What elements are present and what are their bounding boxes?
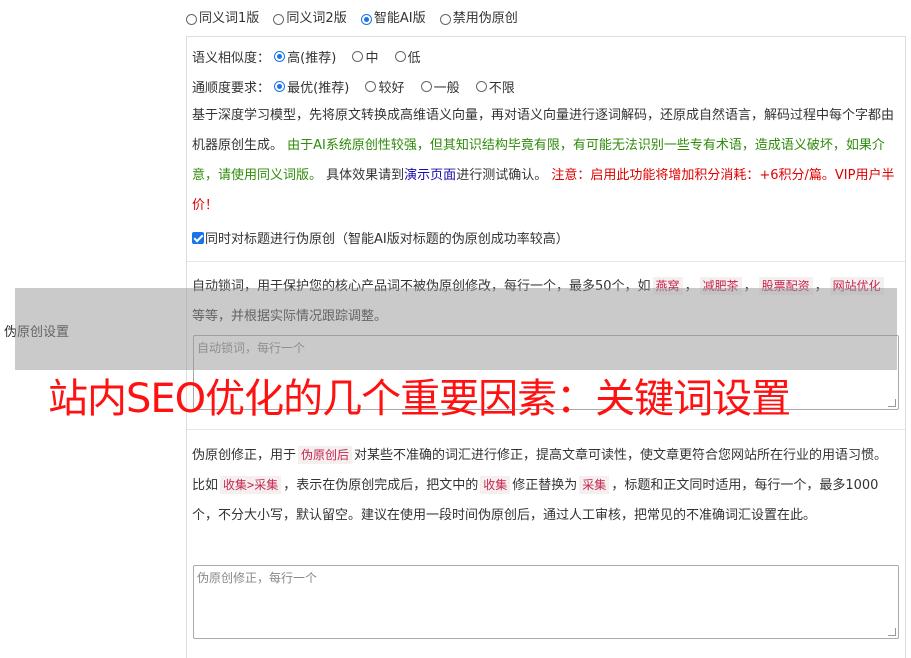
checkbox-checked-icon[interactable] [192,232,204,244]
version-option-synonym1[interactable]: 同义词1版 [186,10,259,28]
radio-icon[interactable] [273,13,285,25]
option-label: 高(推荐) [287,51,337,66]
example-tag: 伪原创后 [298,446,353,464]
version-option-label: 禁用伪原创 [452,11,518,26]
fluency-option-any[interactable]: 不限 [475,77,515,96]
example-tag: 收集 [480,476,511,494]
version-option-disable[interactable]: 禁用伪原创 [439,10,518,28]
similarity-label: 语义相似度： [192,51,271,66]
radio-selected-icon[interactable] [274,51,286,62]
version-option-label: 同义词2版 [286,11,347,26]
correction-text: ，表示在伪原创完成后，把文中的 [283,478,479,493]
similarity-row: 语义相似度： 高(推荐) 中 低 [192,47,431,66]
fluency-option-normal[interactable]: 一般 [420,77,460,96]
title-option-label: 同时对标题进行伪原创（智能AI版对标题的伪原创成功率较高） [205,232,569,247]
similarity-option-low[interactable]: 低 [394,47,421,66]
option-label: 较好 [378,81,405,96]
fluency-label: 通顺度要求： [192,81,271,96]
similarity-option-medium[interactable]: 中 [352,47,378,66]
demo-page-link[interactable]: 演示页面 [404,168,456,183]
radio-icon[interactable] [365,81,377,92]
option-label: 中 [365,51,379,66]
similarity-option-high[interactable]: 高(推荐) [274,47,336,66]
fluency-option-good[interactable]: 较好 [365,77,404,96]
description-text: 具体效果请到 [326,168,405,183]
radio-icon[interactable] [352,51,364,62]
option-label: 低 [407,51,421,66]
overlay-banner [15,288,897,370]
radio-icon[interactable] [439,13,451,25]
option-label: 一般 [433,81,460,96]
radio-icon[interactable] [186,13,197,25]
version-radio-group: 同义词1版 同义词2版 智能AI版 禁用伪原创 [186,10,528,31]
radio-selected-icon[interactable] [274,81,286,92]
fluency-row: 通顺度要求： 最优(推荐) 较好 一般 不限 [192,77,525,96]
textarea-placeholder: 伪原创修正，每行一个 [197,571,318,585]
overlay-title: 站内SEO优化的几个重要因素：关键词设置 [48,376,791,422]
divider [187,429,905,430]
correction-text: 修正替换为 [512,478,578,493]
correction-text: 伪原创修正，用于 [192,448,297,463]
example-tag: 采集 [579,476,610,494]
version-option-label: 智能AI版 [373,11,426,26]
resize-handle-icon[interactable] [888,399,896,407]
ai-description: 基于深度学习模型，先将原文转换成高维语义向量，再对语义向量进行逐词解码，还原成自… [192,101,900,221]
correction-description: 伪原创修正，用于 伪原创后 对某些不准确的词汇进行修正，提高文章可读性，使文章更符合… [192,441,900,531]
title-option-row[interactable]: 同时对标题进行伪原创（智能AI版对标题的伪原创成功率较高） [192,228,569,247]
version-option-label: 同义词1版 [199,11,260,26]
radio-icon[interactable] [420,81,432,92]
correction-textarea[interactable]: 伪原创修正，每行一个 [193,565,899,639]
radio-selected-icon[interactable] [360,13,372,25]
option-label: 最优(推荐) [287,81,350,96]
fluency-option-best[interactable]: 最优(推荐) [274,77,349,96]
version-option-ai[interactable]: 智能AI版 [360,10,426,28]
radio-icon[interactable] [394,51,406,62]
description-text: 进行测试确认。 [456,168,548,183]
version-option-synonym2[interactable]: 同义词2版 [273,10,347,28]
option-label: 不限 [488,81,515,96]
example-tag: 收集>采集 [220,476,282,494]
divider [187,261,905,262]
resize-handle-icon[interactable] [888,628,896,636]
radio-icon[interactable] [475,81,487,92]
